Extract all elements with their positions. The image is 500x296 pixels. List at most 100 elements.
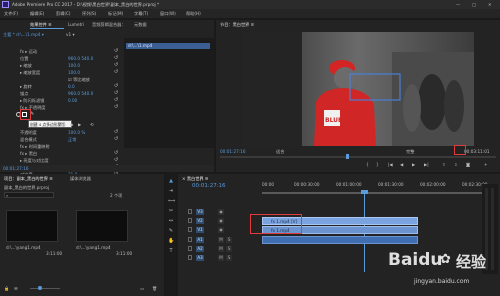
- timeline-timecode[interactable]: 00:01:27:16: [192, 183, 226, 189]
- clip-a1[interactable]: [262, 236, 418, 244]
- lock-track-icon[interactable]: [188, 227, 192, 232]
- lock-track-icon[interactable]: [188, 246, 192, 251]
- program-timecode[interactable]: 00:01:27:16: [220, 149, 246, 154]
- reset-icon[interactable]: ↺: [114, 136, 118, 142]
- selection-tool-icon[interactable]: ▲: [168, 178, 174, 184]
- lock-track-icon[interactable]: [188, 255, 192, 260]
- transport-controls: { } |◀ ◀ ▶ ▶| ⇧ ⇩ ◙ +: [366, 161, 496, 169]
- eye-icon[interactable]: ◉: [218, 209, 224, 215]
- step-back-icon[interactable]: ◀: [400, 162, 403, 167]
- lift-icon[interactable]: ⇧: [442, 162, 446, 167]
- reset-icon[interactable]: ↺: [114, 150, 118, 156]
- ripple-edit-icon[interactable]: ⟺: [168, 198, 175, 204]
- search-input[interactable]: ⌕: [4, 192, 54, 198]
- mark-out-icon[interactable]: }: [376, 162, 379, 167]
- mute-button[interactable]: M: [218, 237, 224, 243]
- zoom-slider[interactable]: [30, 286, 60, 290]
- reset-icon[interactable]: ↺: [114, 104, 118, 110]
- camera-icon[interactable]: ◙: [466, 162, 470, 167]
- eye-icon[interactable]: ◉: [218, 218, 224, 224]
- tab-project[interactable]: 项目：副本_黑白的世界 ≡: [4, 176, 53, 181]
- list-view-icon[interactable]: ☰: [14, 286, 18, 291]
- next-keyframe-icon[interactable]: ▶: [78, 122, 81, 127]
- source-selector[interactable]: 主要 * d:\...\1.mp4 ▾: [3, 32, 44, 37]
- menu-window[interactable]: 窗口(W): [160, 11, 176, 16]
- go-in-icon[interactable]: |◀: [388, 162, 393, 167]
- tooltip-text: 创建 4 点多边形蒙版: [30, 122, 66, 127]
- track-select-icon[interactable]: ⇥: [168, 188, 174, 194]
- menu-edit[interactable]: 编辑(E): [30, 11, 44, 16]
- mark-in-icon[interactable]: {: [366, 162, 369, 167]
- thumbnail[interactable]: [76, 210, 128, 242]
- sequence-selector[interactable]: v1 ▾: [66, 32, 75, 37]
- mute-button[interactable]: M: [218, 255, 224, 261]
- reset-icon[interactable]: ↺: [114, 90, 118, 96]
- time-ruler[interactable]: 00:00 00:00:30:00 00:01:00:00 00:01:30:0…: [262, 182, 494, 196]
- resolution-dropdown[interactable]: 完整: [406, 149, 414, 154]
- new-bin-icon[interactable]: ▭: [140, 286, 144, 291]
- extract-icon[interactable]: ⇩: [454, 162, 458, 167]
- search-icon: ⌕: [6, 193, 9, 198]
- minimize-button[interactable]: —: [456, 2, 460, 7]
- play-icon[interactable]: ▶: [412, 162, 415, 167]
- menu-marker[interactable]: 标记(M): [108, 11, 123, 16]
- clip-bar[interactable]: d:\...\1.mp4: [126, 43, 210, 49]
- reset-icon[interactable]: ↺: [114, 62, 118, 68]
- timeline-tab[interactable]: × 黑白世界 ≡: [182, 176, 208, 181]
- reset-icon[interactable]: ↺: [114, 157, 118, 163]
- step-forward-icon[interactable]: ▶|: [424, 162, 429, 167]
- solo-button[interactable]: S: [226, 255, 232, 261]
- work-area-bar[interactable]: [262, 192, 494, 194]
- pen-tool-icon[interactable]: ✎: [168, 228, 174, 234]
- thumbnail[interactable]: [6, 210, 58, 242]
- maximize-button[interactable]: □: [472, 2, 476, 7]
- menu-clip[interactable]: 剪辑(C): [56, 11, 71, 16]
- tab-metadata[interactable]: 元数据: [134, 22, 147, 27]
- program-title[interactable]: 节目：黑白世界 ≡: [220, 22, 254, 27]
- slip-tool-icon[interactable]: ↔: [168, 218, 174, 224]
- reset-icon[interactable]: ↺: [114, 97, 118, 103]
- mute-button[interactable]: M: [218, 246, 224, 252]
- type-tool-icon[interactable]: T: [168, 248, 174, 254]
- lock-icon[interactable]: 🔒: [4, 286, 9, 291]
- add-keyframe-icon[interactable]: ◆: [70, 122, 73, 127]
- lock-track-icon[interactable]: [188, 209, 192, 214]
- lock-track-icon[interactable]: [188, 237, 192, 242]
- watermark-url: jingyan.baidu.com: [414, 278, 470, 285]
- menu-file[interactable]: 文件(F): [4, 11, 18, 16]
- tab-audio-mixer[interactable]: 音频剪辑混合器：: [92, 22, 126, 27]
- close-button[interactable]: ✕: [488, 2, 492, 7]
- playhead-handle[interactable]: [361, 190, 368, 194]
- tab-effect-controls[interactable]: 效果控件 ≡: [30, 22, 52, 27]
- zoom-handle[interactable]: [38, 286, 42, 290]
- reset-icon[interactable]: ↺: [114, 83, 118, 89]
- shirt-logo-text: BLUE: [325, 117, 342, 124]
- trash-icon[interactable]: 🗑: [152, 286, 157, 291]
- tab-media-browser[interactable]: 媒体浏览器: [70, 176, 91, 181]
- menu-help[interactable]: 帮助(H): [186, 11, 201, 16]
- effect-row: 锚点 960.0 540.0 ↺: [20, 90, 119, 96]
- solo-button[interactable]: S: [226, 246, 232, 252]
- lock-track-icon[interactable]: [188, 218, 192, 223]
- reset-icon[interactable]: ↺: [114, 129, 118, 135]
- ruler-tick: 00:00: [262, 182, 275, 187]
- eye-icon[interactable]: ◉: [218, 227, 224, 233]
- razor-tool-icon[interactable]: ✂: [168, 208, 174, 214]
- tab-lumetri[interactable]: Lumetri: [68, 22, 84, 27]
- solo-button[interactable]: S: [226, 237, 232, 243]
- prev-keyframe-icon[interactable]: ◀: [62, 122, 65, 127]
- menu-title[interactable]: 字幕(T): [134, 11, 148, 16]
- reset-icon[interactable]: ↺: [114, 69, 118, 75]
- reset-icon[interactable]: ↺: [114, 48, 118, 54]
- playhead-marker[interactable]: [346, 154, 349, 159]
- fit-dropdown[interactable]: 适合: [276, 149, 284, 154]
- menu-sequence[interactable]: 序列(S): [82, 11, 96, 16]
- effect-timecode[interactable]: 00:01:27:16: [3, 166, 29, 171]
- title-bar: Adobe Premiere Pro CC 2017 - D:\视频\黑白世界\…: [0, 0, 500, 9]
- add-button-icon[interactable]: +: [484, 162, 488, 167]
- program-monitor: 节目：黑白世界 ≡ BLUE 00:01:27:16 适合 完整 00:03:1…: [216, 20, 500, 172]
- track-mask-icon[interactable]: ⟲: [90, 122, 94, 127]
- program-scrubber[interactable]: [220, 154, 496, 159]
- reset-icon[interactable]: ↺: [114, 55, 118, 61]
- hand-tool-icon[interactable]: ✋: [168, 238, 174, 244]
